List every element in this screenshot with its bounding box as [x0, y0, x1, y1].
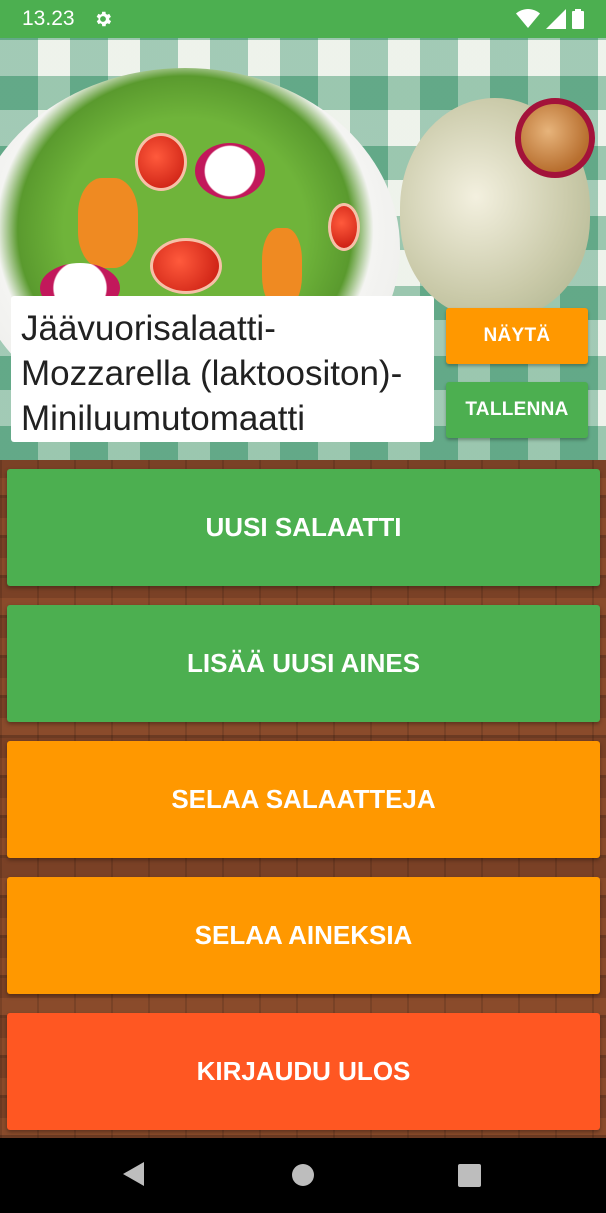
settings-gear-icon [96, 11, 111, 27]
logout-button[interactable]: KIRJAUDU ULOS [7, 1013, 600, 1130]
new-salad-button[interactable]: UUSI SALAATTI [7, 469, 600, 586]
tomato-image [328, 203, 360, 251]
add-ingredient-button[interactable]: LISÄÄ UUSI AINES [7, 605, 600, 722]
recents-icon[interactable] [458, 1164, 481, 1187]
home-icon[interactable] [292, 1164, 314, 1186]
show-button[interactable]: NÄYTÄ [446, 308, 588, 364]
cell-signal-icon [546, 9, 566, 29]
status-icons [516, 9, 584, 29]
tomato-image [150, 238, 222, 294]
save-button[interactable]: TALLENNA [446, 382, 588, 438]
navigation-bar [0, 1138, 606, 1213]
carrot-image [78, 178, 138, 268]
browse-ingredients-button[interactable]: SELAA AINEKSIA [7, 877, 600, 994]
wifi-icon [516, 9, 540, 28]
back-icon[interactable] [123, 1162, 144, 1186]
tomato-image [135, 133, 187, 191]
browse-salads-button[interactable]: SELAA SALAATTEJA [7, 741, 600, 858]
status-time: 13.23 [22, 7, 75, 30]
salad-ingredients-display: Jäävuorisalaatti-Mozzarella (laktoositon… [11, 296, 434, 442]
jug-lid-image [515, 98, 595, 178]
battery-icon [572, 9, 584, 29]
radish-image [195, 143, 265, 199]
status-bar: 13.23 [0, 0, 606, 38]
